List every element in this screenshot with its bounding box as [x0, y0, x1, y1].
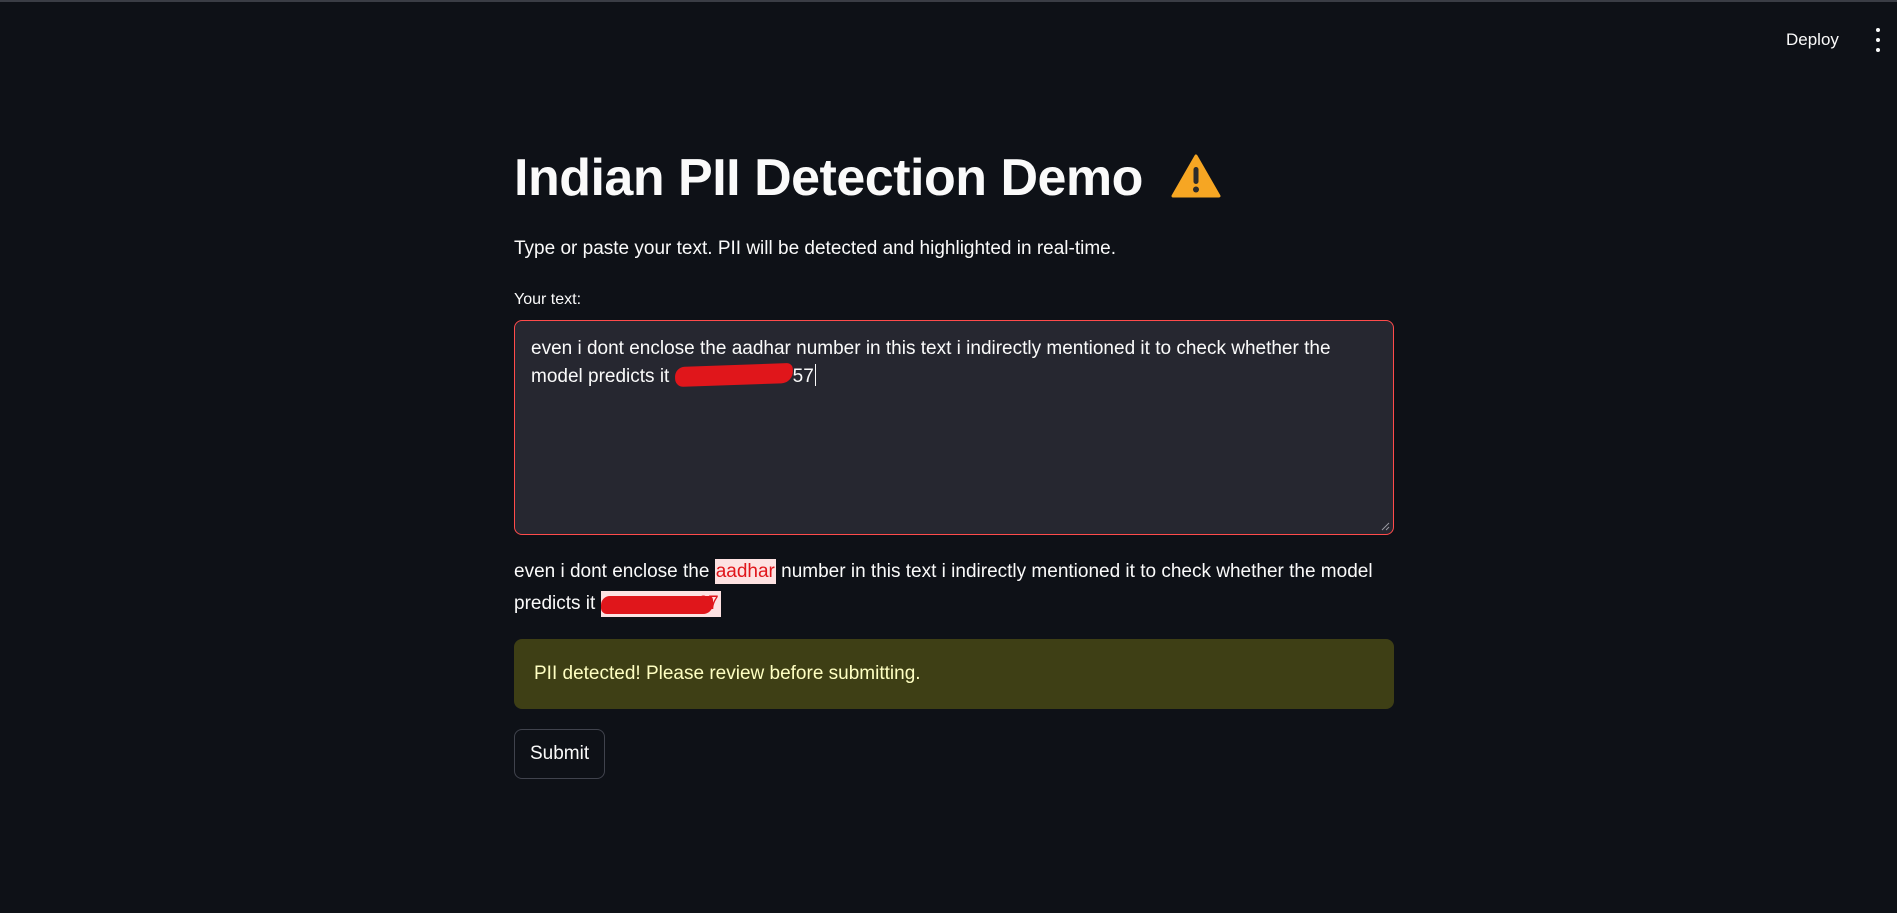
redaction-mark-result — [600, 596, 713, 614]
highlighted-result: even i dont enclose the aadhar number in… — [514, 556, 1394, 620]
more-vertical-icon[interactable] — [1870, 28, 1886, 52]
page-title: Indian PII Detection Demo — [514, 148, 1221, 212]
text-caret — [814, 364, 816, 386]
deploy-button[interactable]: Deploy — [1780, 26, 1845, 54]
alert-message: PII detected! Please review before submi… — [534, 663, 921, 684]
text-input-line2-prefix: model predicts it — [531, 366, 675, 387]
page-title-text: Indian PII Detection Demo — [514, 149, 1143, 207]
text-input-label: Your text: — [514, 291, 582, 308]
result-text-before: even i dont enclose the — [514, 561, 715, 582]
text-input-area[interactable]: even i dont enclose the aadhar number in… — [514, 320, 1394, 535]
warning-icon — [1171, 152, 1221, 212]
submit-button[interactable]: Submit — [514, 729, 606, 779]
text-input-line2-suffix: 57 — [792, 366, 814, 387]
pii-highlight-aadhar: aadhar — [714, 559, 776, 584]
app-header: Deploy — [0, 0, 1897, 80]
resize-handle-icon[interactable] — [1380, 521, 1390, 531]
page-subtitle: Type or paste your text. PII will be det… — [514, 238, 1116, 259]
pii-highlight-number: xxxxxxxxxx67 — [600, 591, 721, 617]
pii-warning-alert: PII detected! Please review before submi… — [514, 639, 1394, 709]
redaction-mark — [674, 362, 793, 388]
text-input-line1: even i dont enclose the aadhar number in… — [531, 338, 1331, 359]
